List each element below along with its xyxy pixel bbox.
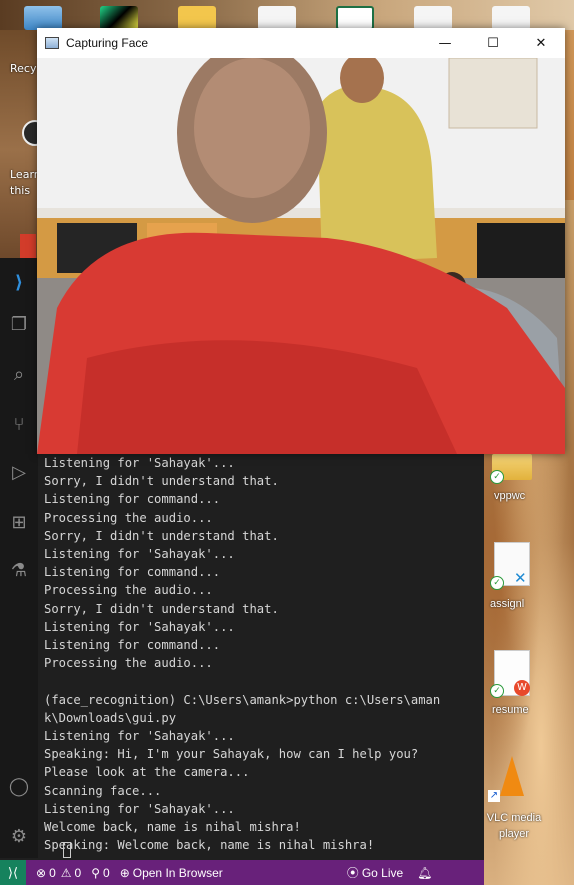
camera-feed (37, 58, 565, 454)
source-control-icon[interactable]: ⑂ (7, 412, 31, 436)
desktop-label-recycle: Recy (10, 62, 37, 75)
desktop-label-resume: resume (492, 704, 529, 716)
desktop-label-this: this (10, 184, 31, 197)
notifications-bell-icon[interactable]: 🔔︎ (417, 866, 432, 880)
shortcut-arrow-icon: ↗ (488, 790, 500, 802)
terminal-line: Processing the audio... (44, 656, 213, 671)
ports-count: 0 (103, 865, 110, 880)
broadcast-icon: ⚲ (91, 865, 100, 880)
activity-bar: ⟩ ❐ ⌕ ⑂ ▷ ⊞ ⚗ ◯ ⚙ (0, 258, 38, 858)
settings-gear-icon[interactable]: ⚙ (7, 824, 31, 848)
desktop-icon-assign[interactable]: ✕ ✓ (490, 542, 532, 590)
desktop-icon-resume[interactable]: W ✓ (490, 650, 532, 698)
error-count: 0 (49, 865, 56, 880)
terminal-line: Scanning face... (44, 783, 162, 798)
terminal-line: Please look at the camera... (44, 765, 250, 780)
open-in-browser-label: Open In Browser (132, 865, 223, 880)
excel-icon[interactable] (336, 6, 374, 30)
terminal-line: Speaking: Welcome back, name is nihal mi… (44, 838, 375, 853)
terminal-line: Processing the audio... (44, 583, 213, 598)
terminal-line: Listening for command... (44, 565, 221, 580)
extensions-icon[interactable]: ⊞ (7, 510, 31, 534)
desktop-label-assign: assignl (490, 598, 525, 610)
app-icon-partial[interactable] (20, 234, 36, 258)
document-icon[interactable] (258, 6, 296, 30)
terminal-line: Sorry, I didn't understand that. (44, 528, 279, 543)
terminal-line: Listening for 'Sahayak'... (44, 801, 235, 816)
ports-indicator[interactable]: ⚲ 0 (91, 866, 109, 880)
desktop-label-vppwc: vppwc (494, 490, 526, 502)
terminal-line: Listening for 'Sahayak'... (44, 547, 235, 562)
account-icon[interactable]: ◯ (7, 774, 31, 798)
maximize-button[interactable]: ☐ (469, 28, 517, 58)
camera-frame-image (37, 58, 565, 454)
status-bar: ⟩⟨ ⊗ 0 ⚠ 0 ⚲ 0 ⊕ Open In Browser ⦿ Go Li… (0, 860, 484, 885)
live-icon: ⦿ (346, 866, 359, 880)
window-title: Capturing Face (66, 36, 149, 50)
terminal-line: k\Downloads\gui.py (44, 710, 177, 725)
remote-indicator-icon[interactable]: ⟩⟨ (0, 860, 26, 885)
vscode-badge-icon: ✕ (514, 569, 527, 587)
run-debug-icon[interactable]: ▷ (7, 460, 31, 484)
search-icon[interactable]: ⌕ (7, 362, 31, 386)
globe-icon: ⊕ (119, 865, 130, 880)
window-app-icon (45, 37, 59, 49)
close-button[interactable]: ✕ (517, 28, 565, 58)
terminal-line: Listening for 'Sahayak'... (44, 729, 235, 744)
vscode-logo-icon: ⟩ (14, 271, 24, 293)
capturing-face-window: Capturing Face — ☐ ✕ (37, 28, 565, 454)
terminal-line: Listening for 'Sahayak'... (44, 456, 235, 470)
open-in-browser-button[interactable]: ⊕ Open In Browser (120, 866, 223, 880)
warning-icon: ⚠ (60, 865, 72, 880)
sync-check-icon: ✓ (490, 470, 504, 484)
terminal-line: Sorry, I didn't understand that. (44, 474, 279, 489)
go-live-label: Go Live (361, 865, 404, 880)
sync-check-icon: ✓ (490, 576, 504, 590)
testing-icon[interactable]: ⚗ (7, 558, 31, 582)
window-titlebar[interactable]: Capturing Face — ☐ ✕ (37, 28, 565, 58)
folder-icon[interactable] (178, 6, 216, 30)
vlc-cone-icon (500, 756, 524, 796)
terminal-line: Welcome back, name is nihal mishra! (44, 820, 301, 835)
desktop-label-vlc: VLC media player (486, 812, 542, 840)
go-live-button[interactable]: ⦿ Go Live (347, 864, 403, 881)
terminal-line: (face_recognition) C:\Users\amank>python… (44, 692, 441, 707)
pycharm-icon[interactable] (100, 6, 138, 30)
terminal-line: Listening for command... (44, 492, 221, 507)
problems-indicator[interactable]: ⊗ 0 ⚠ 0 (36, 866, 81, 880)
error-icon: ⊗ (36, 865, 47, 880)
file-icon[interactable] (492, 6, 530, 30)
minimize-button[interactable]: — (421, 28, 469, 58)
terminal-line: Listening for 'Sahayak'... (44, 619, 235, 634)
recycle-bin-icon[interactable] (24, 6, 62, 30)
terminal-line: Speaking: Hi, I'm your Sahayak, how can … (44, 747, 419, 762)
terminal-line: Sorry, I didn't understand that. (44, 601, 279, 616)
terminal-cursor (63, 842, 71, 858)
terminal-line: Processing the audio... (44, 510, 213, 525)
sync-check-icon: ✓ (490, 684, 504, 698)
terminal-line: Listening for command... (44, 638, 221, 653)
warning-count: 0 (74, 865, 82, 880)
desktop-icon-vlc[interactable]: ↗ (488, 756, 532, 802)
terminal-output[interactable]: Listening for 'Sahayak'... Sorry, I didn'… (44, 454, 480, 862)
explorer-icon[interactable]: ❐ (7, 312, 31, 336)
wps-badge-icon: W (514, 680, 530, 696)
text-file-icon[interactable] (414, 6, 452, 30)
